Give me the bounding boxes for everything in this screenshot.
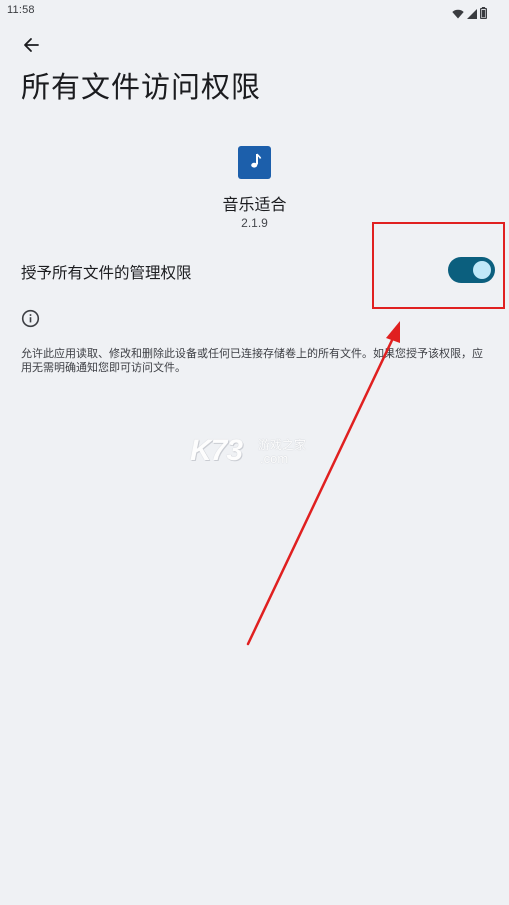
- watermark-domain: .com: [260, 451, 289, 466]
- permission-description: 允许此应用读取、修改和删除此设备或任何已连接存储卷上的所有文件。如果您授予该权限…: [21, 347, 483, 374]
- watermark-logo: K73: [190, 434, 243, 467]
- annotation-highlight-box: [372, 222, 505, 309]
- watermark: K73 游戏之家 .com: [190, 434, 330, 468]
- page-title: 所有文件访问权限: [21, 70, 262, 104]
- music-note-icon: [247, 152, 263, 174]
- signal-icon: [467, 4, 477, 23]
- status-bar: 11:58: [0, 0, 509, 22]
- info-icon: [21, 309, 40, 328]
- app-name: 音乐适合: [222, 195, 287, 214]
- status-icons: [452, 4, 488, 23]
- permission-label: 授予所有文件的管理权限: [21, 264, 192, 282]
- wifi-icon: [452, 4, 464, 23]
- app-icon: [238, 146, 271, 179]
- battery-icon: [480, 4, 488, 23]
- back-button[interactable]: [18, 36, 44, 58]
- status-time: 11:58: [7, 4, 35, 16]
- back-arrow-icon: [23, 37, 39, 57]
